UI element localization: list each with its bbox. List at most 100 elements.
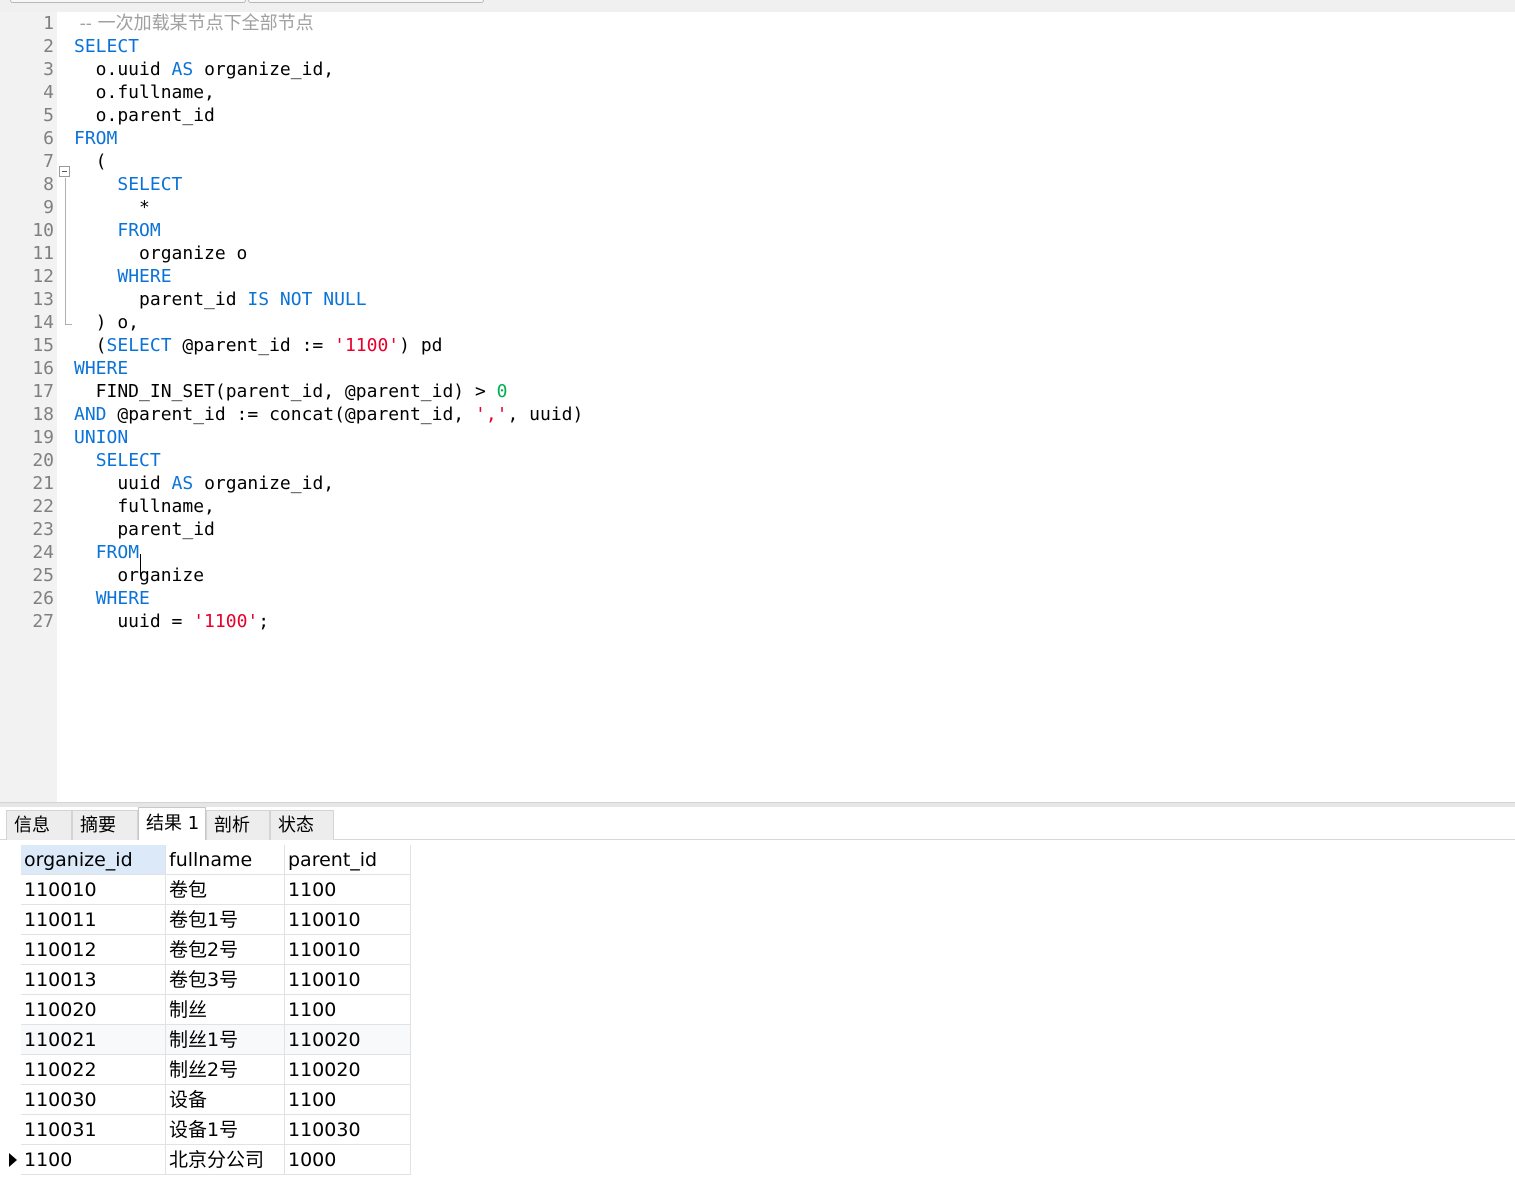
cell-fullname[interactable]: 制丝1号 xyxy=(166,1025,285,1055)
cell-parent-id[interactable]: 110020 xyxy=(285,1025,411,1055)
cell-fullname[interactable]: 制丝2号 xyxy=(166,1055,285,1085)
cell-parent-id[interactable]: 110010 xyxy=(285,935,411,965)
column-header-parent-id[interactable]: parent_id xyxy=(285,845,411,875)
cell-parent-id[interactable]: 1000 xyxy=(285,1145,411,1175)
code-line[interactable]: SELECT xyxy=(74,449,161,472)
row-indicator[interactable] xyxy=(0,935,21,965)
code-line[interactable]: SELECT xyxy=(74,35,139,58)
table-row[interactable]: 110011 卷包1号 110010 xyxy=(0,905,411,935)
cell-organize-id[interactable]: 110020 xyxy=(21,995,166,1025)
cell-organize-id[interactable]: 110030 xyxy=(21,1085,166,1115)
cell-organize-id[interactable]: 110012 xyxy=(21,935,166,965)
fold-toggle-icon[interactable] xyxy=(59,166,70,177)
cell-parent-id[interactable]: 110020 xyxy=(285,1055,411,1085)
table-row[interactable]: 110021 制丝1号 110020 xyxy=(0,1025,411,1055)
row-indicator[interactable] xyxy=(0,1025,21,1055)
code-line[interactable]: WHERE xyxy=(74,587,150,610)
cell-organize-id[interactable]: 110010 xyxy=(21,875,166,905)
code-token-kw: WHERE xyxy=(74,358,129,379)
row-indicator[interactable] xyxy=(0,1115,21,1145)
code-line[interactable]: UNION xyxy=(74,426,128,449)
column-header-organize-id[interactable]: organize_id xyxy=(21,845,166,875)
tab-profile[interactable]: 剖析 xyxy=(206,810,270,840)
code-line[interactable]: parent_id xyxy=(74,518,215,541)
tab-info[interactable]: 信息 xyxy=(6,810,72,840)
table-row[interactable]: 1100 北京分公司 1000 xyxy=(0,1145,411,1175)
row-indicator xyxy=(0,845,21,875)
code-line[interactable]: fullname, xyxy=(74,495,215,518)
table-row[interactable]: 110022 制丝2号 110020 xyxy=(0,1055,411,1085)
line-number: 13 xyxy=(32,289,54,310)
table-row[interactable]: 110010 卷包 1100 xyxy=(0,875,411,905)
cell-organize-id[interactable]: 110031 xyxy=(21,1115,166,1145)
column-header-fullname[interactable]: fullname xyxy=(166,845,285,875)
code-line[interactable]: FROM xyxy=(74,127,117,150)
line-number: 3 xyxy=(43,59,54,80)
code-line[interactable]: * xyxy=(74,196,150,219)
code-token-kw: SELECT xyxy=(74,36,140,57)
cell-organize-id[interactable]: 1100 xyxy=(21,1145,166,1175)
row-indicator[interactable] xyxy=(0,1085,21,1115)
row-indicator[interactable] xyxy=(0,875,21,905)
code-line[interactable]: organize o xyxy=(74,242,247,265)
table-row[interactable]: 110012 卷包2号 110010 xyxy=(0,935,411,965)
table-row[interactable]: 110031 设备1号 110030 xyxy=(0,1115,411,1145)
row-indicator[interactable] xyxy=(0,1055,21,1085)
code-line[interactable]: uuid AS organize_id, xyxy=(74,472,334,495)
code-line[interactable]: o.uuid AS organize_id, xyxy=(74,58,334,81)
cell-fullname[interactable]: 卷包1号 xyxy=(166,905,285,935)
cell-fullname[interactable]: 北京分公司 xyxy=(166,1145,285,1175)
code-line[interactable]: WHERE xyxy=(74,265,171,288)
code-token-plain: o.fullname, xyxy=(74,82,215,103)
code-line[interactable]: -- 一次加载某节点下全部节点 xyxy=(74,12,314,35)
row-indicator[interactable] xyxy=(0,995,21,1025)
line-number: 19 xyxy=(32,427,54,448)
cell-parent-id[interactable]: 1100 xyxy=(285,995,411,1025)
cell-fullname[interactable]: 卷包2号 xyxy=(166,935,285,965)
code-line[interactable]: ) o, xyxy=(74,311,139,334)
cell-organize-id[interactable]: 110022 xyxy=(21,1055,166,1085)
cell-fullname[interactable]: 卷包 xyxy=(166,875,285,905)
tab-status[interactable]: 状态 xyxy=(270,810,334,840)
code-line[interactable]: FROM xyxy=(74,541,139,564)
code-line[interactable]: o.parent_id xyxy=(74,104,215,127)
editor-tab-2[interactable] xyxy=(248,0,484,3)
cell-fullname[interactable]: 设备1号 xyxy=(166,1115,285,1145)
tab-summary[interactable]: 摘要 xyxy=(72,810,138,840)
cell-fullname[interactable]: 设备 xyxy=(166,1085,285,1115)
cell-organize-id[interactable]: 110021 xyxy=(21,1025,166,1055)
sql-editor[interactable]: 1 2 3 4 5 6 7 8 9 10 11 12 13 14 15 16 17 18 19 20 21 22 23 24 2… xyxy=(0,12,1515,802)
code-line[interactable]: WHERE xyxy=(74,357,128,380)
cell-fullname[interactable]: 卷包3号 xyxy=(166,965,285,995)
code-line[interactable]: (SELECT @parent_id := '1100') pd xyxy=(74,334,443,357)
table-row[interactable]: 110013 卷包3号 110010 xyxy=(0,965,411,995)
row-indicator[interactable] xyxy=(0,1145,21,1175)
tab-result-1[interactable]: 结果 1 xyxy=(138,807,206,840)
cell-parent-id[interactable]: 1100 xyxy=(285,875,411,905)
code-line[interactable]: uuid = '1100'; xyxy=(74,610,269,633)
editor-tab-1[interactable] xyxy=(10,0,246,3)
code-token-plain: uuid = xyxy=(74,611,194,632)
cell-organize-id[interactable]: 110013 xyxy=(21,965,166,995)
code-line[interactable]: FROM xyxy=(74,219,160,242)
code-line[interactable]: parent_id IS NOT NULL xyxy=(74,288,367,311)
cell-parent-id[interactable]: 110010 xyxy=(285,965,411,995)
cell-parent-id[interactable]: 110030 xyxy=(285,1115,411,1145)
cell-organize-id[interactable]: 110011 xyxy=(21,905,166,935)
row-indicator[interactable] xyxy=(0,965,21,995)
cell-fullname[interactable]: 制丝 xyxy=(166,995,285,1025)
table-row[interactable]: 110030 设备 1100 xyxy=(0,1085,411,1115)
code-line[interactable]: FIND_IN_SET(parent_id, @parent_id) > 0 xyxy=(74,380,508,403)
table-row[interactable]: 110020 制丝 1100 xyxy=(0,995,411,1025)
line-number: 11 xyxy=(32,243,54,264)
code-line[interactable]: ( xyxy=(74,150,107,173)
code-token-plain: fullname, xyxy=(74,496,215,517)
code-line[interactable]: AND @parent_id := concat(@parent_id, ','… xyxy=(74,403,583,426)
code-line[interactable]: SELECT xyxy=(74,173,182,196)
row-indicator[interactable] xyxy=(0,905,21,935)
cell-parent-id[interactable]: 110010 xyxy=(285,905,411,935)
cell-parent-id[interactable]: 1100 xyxy=(285,1085,411,1115)
code-line[interactable]: o.fullname, xyxy=(74,81,215,104)
code-token-kw: AS xyxy=(171,473,194,494)
